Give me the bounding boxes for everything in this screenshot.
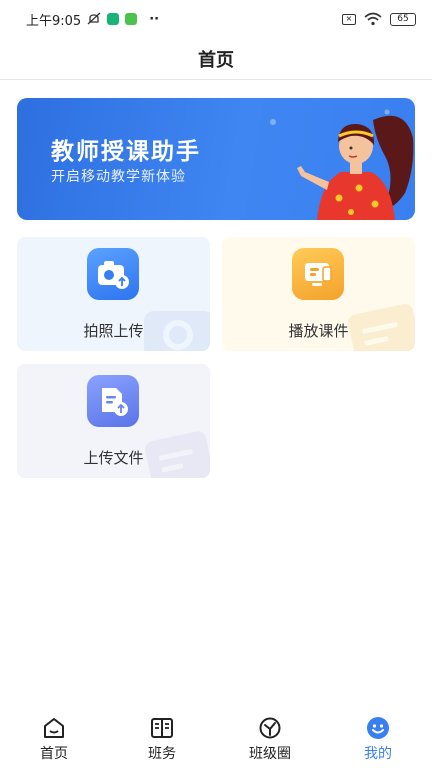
file-upload-icon — [87, 375, 139, 427]
page-header: 首页 — [0, 38, 432, 80]
tab-mine-label: 我的 — [364, 746, 392, 762]
tab-class-affairs-label: 班务 — [148, 746, 176, 762]
play-courseware-card[interactable]: 播放课件 — [222, 237, 415, 351]
wifi-icon — [364, 12, 382, 26]
battery-icon: 65 — [390, 12, 416, 26]
circle-icon — [259, 717, 281, 739]
upload-file-label: 上传文件 — [83, 449, 144, 467]
play-courseware-label: 播放课件 — [288, 322, 349, 340]
teacher-illustration-icon — [270, 109, 414, 220]
tab-home[interactable]: 首页 — [0, 708, 108, 768]
banner-title: 教师授课助手 — [51, 139, 201, 165]
camera-upload-icon — [87, 248, 139, 300]
tab-class-circle[interactable]: 班级圈 — [216, 708, 324, 768]
shield-app-icon — [107, 13, 120, 25]
tab-mine[interactable]: 我的 — [324, 708, 432, 768]
mute-icon — [87, 12, 101, 25]
status-bar: 上午9:05 ·· × 65 — [0, 0, 432, 38]
upload-file-card[interactable]: 上传文件 — [17, 364, 210, 478]
photo-upload-card[interactable]: 拍照上传 — [17, 237, 210, 351]
bottom-tab-bar: 首页 班务 班级圈 我的 — [0, 708, 432, 768]
more-dots-icon: ·· — [149, 11, 160, 27]
promo-banner[interactable]: 教师授课助手 开启移动教学新体验 — [17, 98, 415, 220]
tab-home-label: 首页 — [40, 746, 68, 762]
android-app-icon — [125, 13, 138, 25]
home-icon — [44, 718, 64, 738]
banner-subtitle: 开启移动教学新体验 — [51, 169, 186, 185]
sim-off-icon: × — [342, 13, 356, 25]
courseware-play-icon — [292, 248, 344, 300]
status-time: 上午9:05 — [26, 13, 82, 29]
tab-class-circle-label: 班级圈 — [249, 746, 291, 762]
photo-upload-label: 拍照上传 — [83, 322, 144, 340]
smiley-icon — [367, 717, 389, 739]
book-icon — [151, 718, 173, 738]
tab-class-affairs[interactable]: 班务 — [108, 708, 216, 768]
page-title: 首页 — [198, 49, 234, 71]
